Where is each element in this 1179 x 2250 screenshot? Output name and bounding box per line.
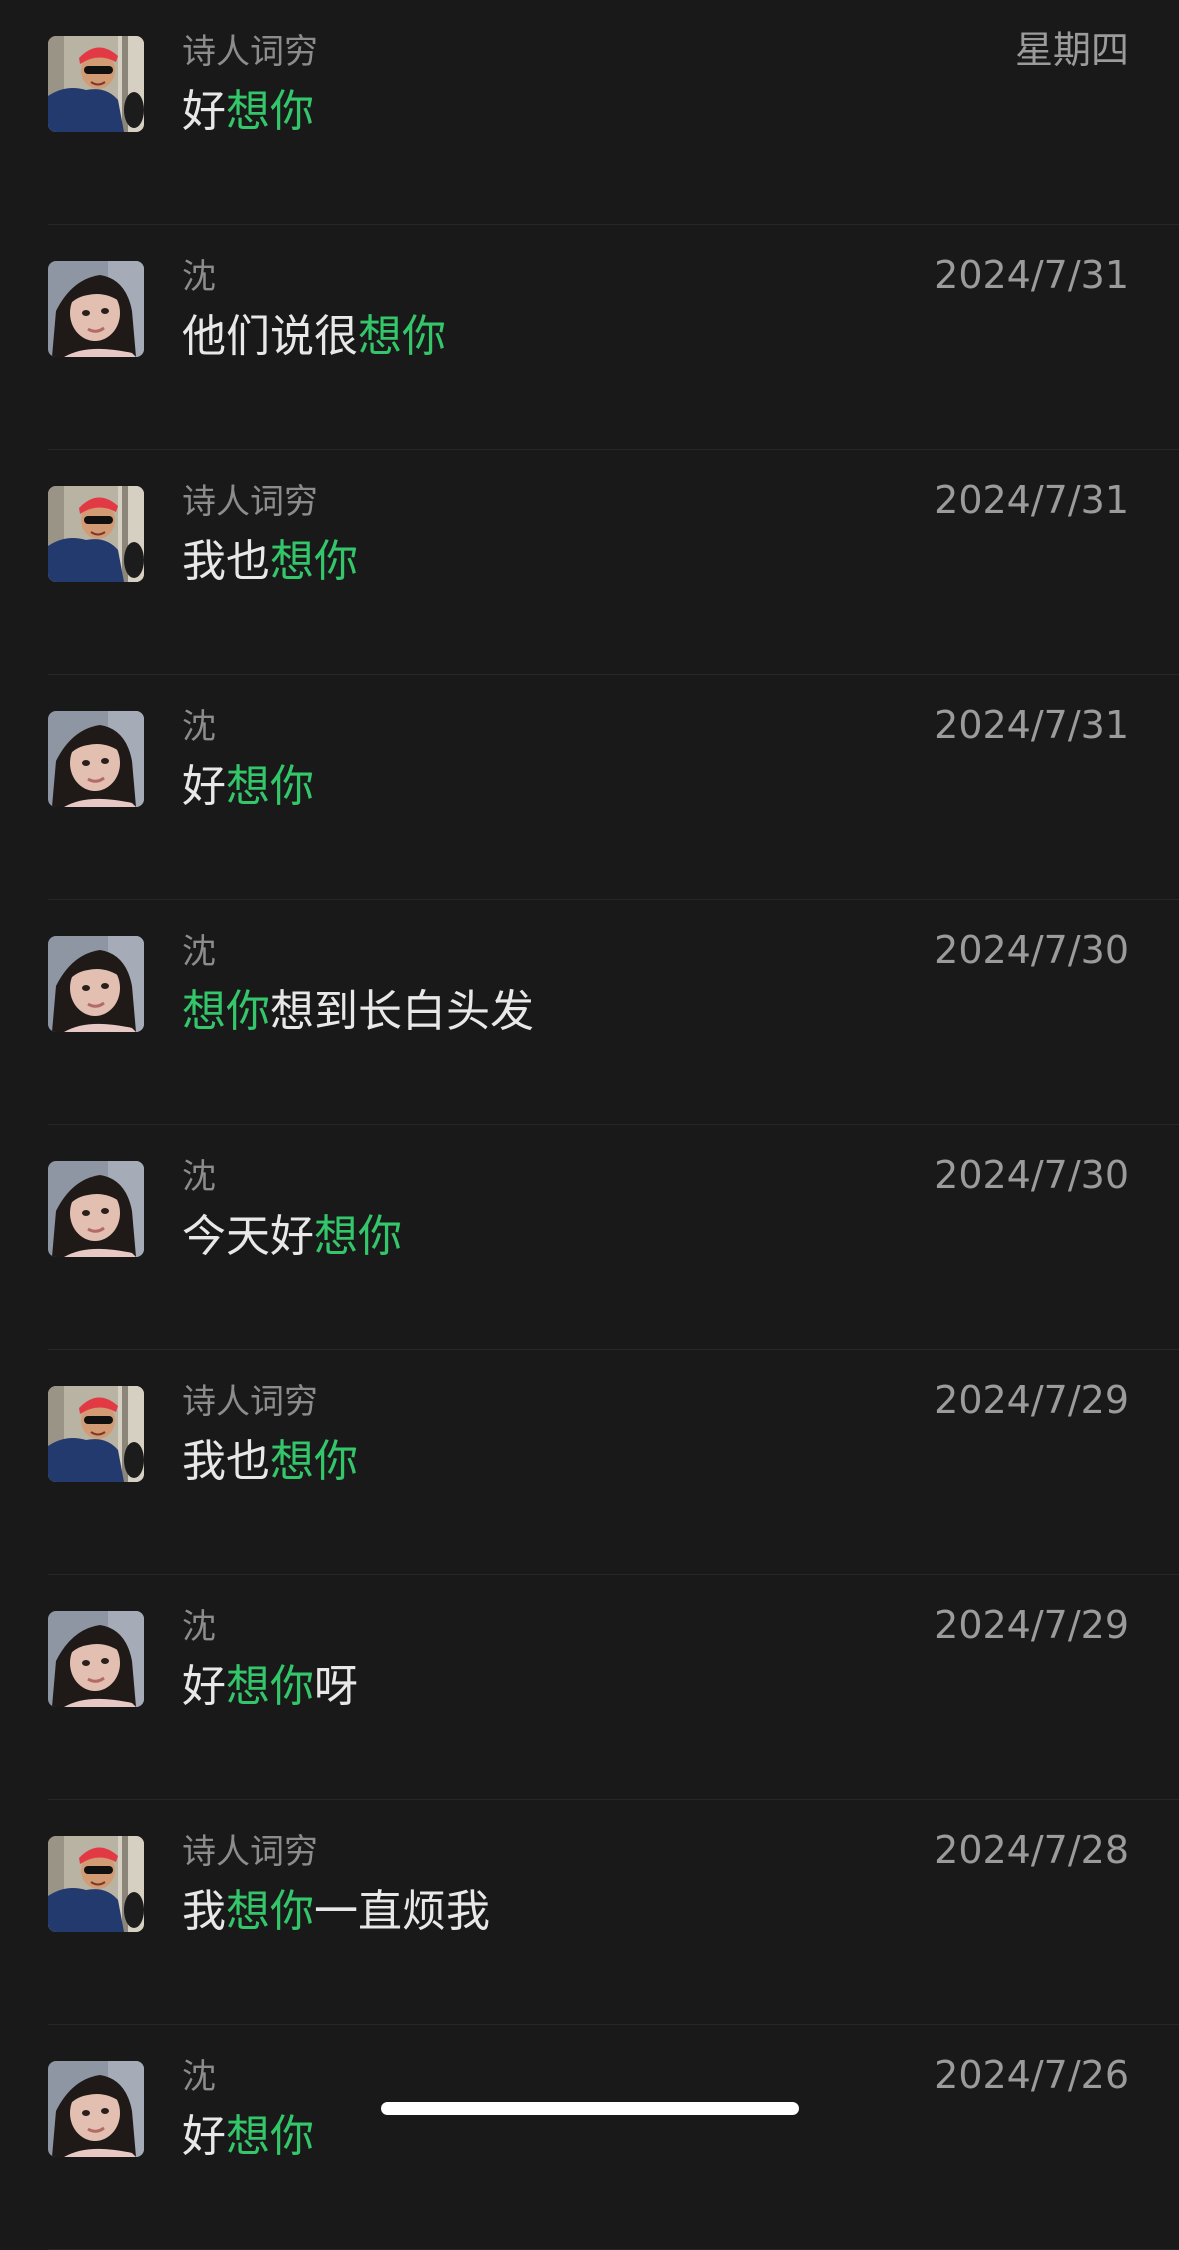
search-result-row[interactable]: 沈 2024/7/30 今天好想你	[0, 1125, 1179, 1350]
message-text: 我也	[182, 536, 270, 587]
search-match-highlight: 想你	[226, 1886, 314, 1937]
search-results-list: 诗人词穷 星期四 好想你沈 2024/7/31 他们说很想你 诗人词穷 2024/7/31 我…	[0, 0, 1179, 2250]
message-text: 呀	[314, 1661, 358, 1712]
sender-name: 沈	[182, 1607, 216, 1647]
message-text: 我也	[182, 1436, 270, 1487]
search-result-row[interactable]: 沈 2024/7/31 好想你	[0, 675, 1179, 900]
search-match-highlight: 想你	[270, 536, 358, 587]
avatar-red-cap-icon[interactable]	[48, 1386, 144, 1482]
sender-name: 沈	[182, 2057, 216, 2097]
message-snippet: 他们说很想你	[182, 309, 446, 365]
search-match-highlight: 想你	[226, 1661, 314, 1712]
sender-name: 诗人词穷	[182, 482, 318, 522]
home-indicator[interactable]	[381, 2102, 799, 2115]
message-text: 今天好	[182, 1211, 314, 1262]
message-text: 他们说很	[182, 311, 358, 362]
message-date: 2024/7/29	[934, 1378, 1129, 1422]
message-text: 我	[182, 1886, 226, 1937]
message-snippet: 我也想你	[182, 1434, 358, 1490]
sender-name: 诗人词穷	[182, 1832, 318, 1872]
sender-name: 沈	[182, 1157, 216, 1197]
message-date: 2024/7/31	[934, 253, 1129, 297]
avatar-girl-icon[interactable]	[48, 261, 144, 357]
search-match-highlight: 想你	[226, 86, 314, 137]
message-snippet: 我也想你	[182, 534, 358, 590]
message-text: 好	[182, 86, 226, 137]
search-result-row[interactable]: 沈 2024/7/29 好想你呀	[0, 1575, 1179, 1800]
message-snippet: 想你想到长白头发	[182, 984, 534, 1040]
search-match-highlight: 想你	[270, 1436, 358, 1487]
search-result-row[interactable]: 沈 2024/7/26 好想你	[0, 2025, 1179, 2250]
message-date: 2024/7/29	[934, 1603, 1129, 1647]
sender-name: 诗人词穷	[182, 32, 318, 72]
search-match-highlight: 想你	[226, 2111, 314, 2162]
message-text: 好	[182, 1661, 226, 1712]
search-result-row[interactable]: 诗人词穷 2024/7/28 我想你一直烦我	[0, 1800, 1179, 2025]
message-snippet: 今天好想你	[182, 1209, 402, 1265]
avatar-red-cap-icon[interactable]	[48, 486, 144, 582]
avatar-girl-icon[interactable]	[48, 711, 144, 807]
sender-name: 诗人词穷	[182, 1382, 318, 1422]
message-text: 好	[182, 2111, 226, 2162]
search-match-highlight: 想你	[314, 1211, 402, 1262]
message-date: 星期四	[1014, 28, 1129, 72]
message-snippet: 好想你呀	[182, 1659, 358, 1715]
message-date: 2024/7/30	[934, 1153, 1129, 1197]
message-snippet: 好想你	[182, 759, 314, 815]
search-result-row[interactable]: 诗人词穷 2024/7/29 我也想你	[0, 1350, 1179, 1575]
message-snippet: 好想你	[182, 2109, 314, 2165]
sender-name: 沈	[182, 707, 216, 747]
search-result-row[interactable]: 沈 2024/7/31 他们说很想你	[0, 225, 1179, 450]
message-text: 想到长白头发	[270, 986, 534, 1037]
avatar-girl-icon[interactable]	[48, 1611, 144, 1707]
search-match-highlight: 想你	[182, 986, 270, 1037]
message-date: 2024/7/26	[934, 2053, 1129, 2097]
message-date: 2024/7/31	[934, 478, 1129, 522]
avatar-girl-icon[interactable]	[48, 936, 144, 1032]
search-result-row[interactable]: 沈 2024/7/30 想你想到长白头发	[0, 900, 1179, 1125]
message-snippet: 我想你一直烦我	[182, 1884, 490, 1940]
message-date: 2024/7/28	[934, 1828, 1129, 1872]
message-date: 2024/7/30	[934, 928, 1129, 972]
sender-name: 沈	[182, 932, 216, 972]
avatar-red-cap-icon[interactable]	[48, 1836, 144, 1932]
message-text: 一直烦我	[314, 1886, 490, 1937]
search-match-highlight: 想你	[358, 311, 446, 362]
sender-name: 沈	[182, 257, 216, 297]
avatar-red-cap-icon[interactable]	[48, 36, 144, 132]
avatar-girl-icon[interactable]	[48, 1161, 144, 1257]
search-result-row[interactable]: 诗人词穷 星期四好想你	[0, 0, 1179, 225]
search-result-row[interactable]: 诗人词穷 2024/7/31 我也想你	[0, 450, 1179, 675]
message-date: 2024/7/31	[934, 703, 1129, 747]
message-text: 好	[182, 761, 226, 812]
search-match-highlight: 想你	[226, 761, 314, 812]
message-snippet: 好想你	[182, 84, 314, 140]
